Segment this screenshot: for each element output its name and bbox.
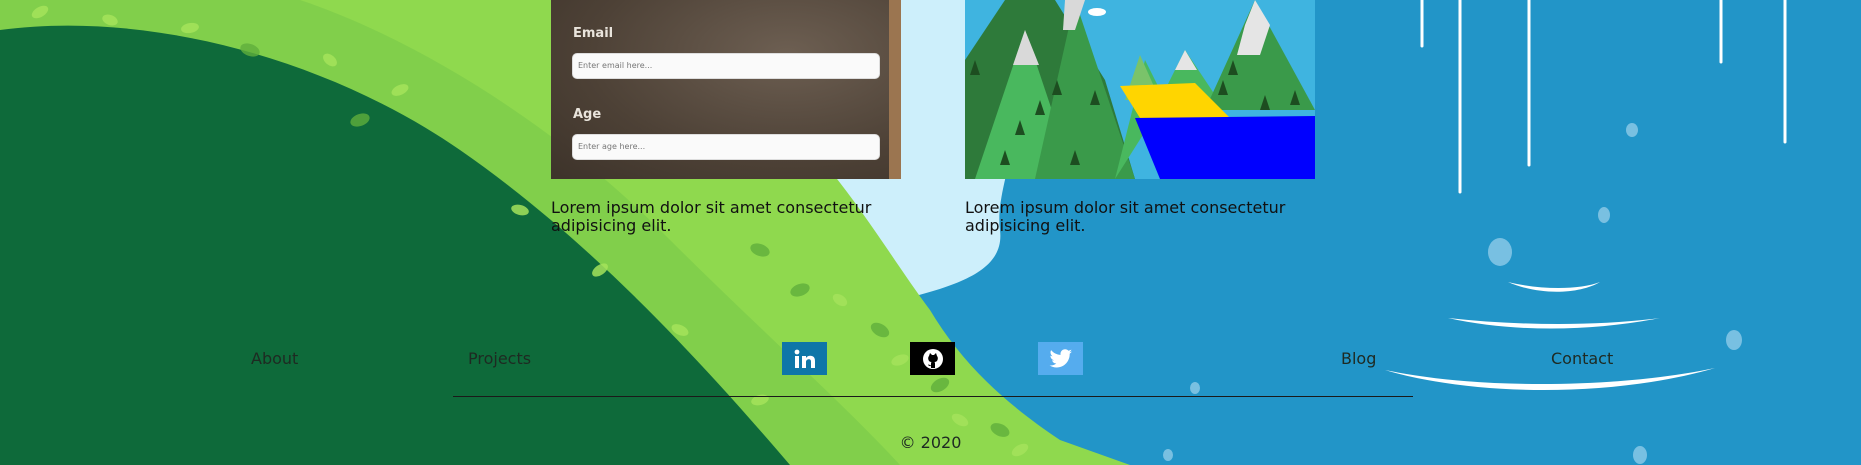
email-field: Enter email here... (572, 53, 880, 79)
copyright-text: © 2020 (899, 433, 962, 452)
footer-link-projects[interactable]: Projects (468, 349, 531, 368)
linkedin-button[interactable] (782, 342, 827, 375)
linkedin-icon (794, 349, 815, 368)
footer-link-about[interactable]: About (251, 349, 298, 368)
age-label: Age (573, 107, 602, 122)
email-label: Email (573, 26, 614, 41)
project-description: Lorem ipsum dolor sit amet consectetur a… (551, 198, 872, 235)
landscape-illustration (965, 0, 1315, 179)
footer-link-blog[interactable]: Blog (1341, 349, 1376, 368)
github-icon (922, 348, 943, 369)
form-mockup: Email Enter email here... Age Enter age … (551, 0, 901, 179)
footer-link-contact[interactable]: Contact (1551, 349, 1613, 368)
project-image-landscape[interactable] (965, 0, 1315, 179)
project-image-form[interactable]: Email Enter email here... Age Enter age … (551, 0, 901, 179)
footer-divider (453, 396, 1413, 397)
twitter-button[interactable] (1038, 342, 1083, 375)
project-description: Lorem ipsum dolor sit amet consectetur a… (965, 198, 1286, 235)
github-button[interactable] (910, 342, 955, 375)
twitter-icon (1049, 348, 1072, 367)
age-field: Enter age here... (572, 134, 880, 160)
